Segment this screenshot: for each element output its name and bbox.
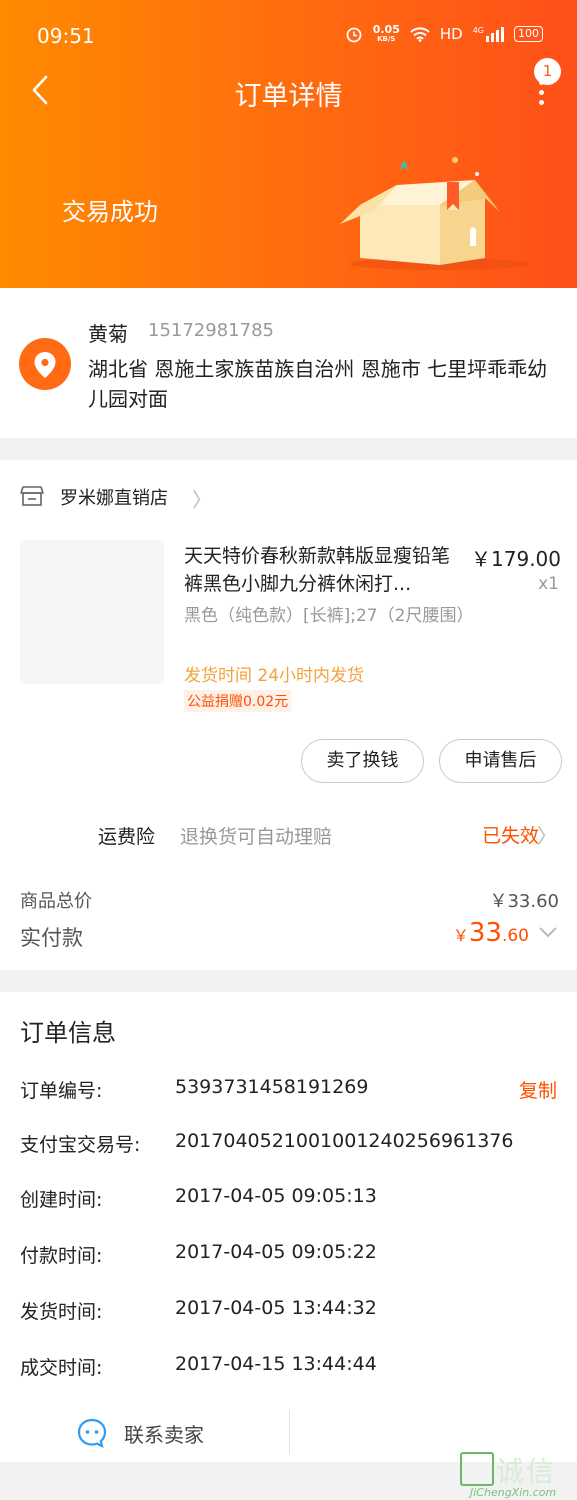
order-info-title: 订单信息 xyxy=(20,1019,116,1047)
contact-seller-button[interactable]: 联系卖家 xyxy=(76,1414,204,1452)
amount-paid-value: ￥33.60 xyxy=(452,918,529,948)
created-time-value: 2017-04-05 09:05:13 xyxy=(175,1185,377,1207)
shipping-time: 发货时间 24小时内发货 xyxy=(184,666,365,686)
shipped-time-label: 发货时间: xyxy=(20,1301,103,1323)
paid-time-label: 付款时间: xyxy=(20,1245,103,1267)
contact-seller-label: 联系卖家 xyxy=(124,1422,204,1447)
product-sku: 黑色（纯色款）[长裤];27（2尺腰围） xyxy=(184,606,474,626)
wifi-icon xyxy=(410,26,430,42)
alipay-trade-number-value: 2017040521001001240256961376 xyxy=(175,1130,514,1152)
net-speed: 0.05 KB/S xyxy=(372,23,400,43)
alarm-icon xyxy=(346,27,362,43)
goods-total-label: 商品总价 xyxy=(20,891,92,912)
order-header: 09:51 0.05 KB/S HD 4G 100 订单详情 1 交易成功 xyxy=(0,0,577,288)
location-pin-icon xyxy=(19,338,71,390)
paid-time-value: 2017-04-05 09:05:22 xyxy=(175,1241,377,1263)
site-watermark: 诚信 JiChengXin.com xyxy=(460,1450,577,1500)
gift-box-illustration xyxy=(340,157,530,270)
signal-icon: 4G xyxy=(473,26,504,42)
after-sale-button[interactable]: 申请售后 xyxy=(439,739,562,783)
product-quantity: x1 xyxy=(538,574,559,594)
created-time-label: 创建时间: xyxy=(20,1189,103,1211)
product-thumbnail[interactable] xyxy=(20,540,164,684)
store-icon xyxy=(20,486,44,506)
copy-button[interactable]: 复制 xyxy=(519,1076,557,1103)
sell-for-cash-button[interactable]: 卖了换钱 xyxy=(301,739,424,783)
order-number-value: 5393731458191269 xyxy=(175,1076,369,1098)
chevron-right-icon[interactable]: 〉 xyxy=(537,820,557,849)
alipay-trade-number-label: 支付宝交易号: xyxy=(20,1134,141,1156)
recipient-phone: 15172981785 xyxy=(148,320,274,341)
completed-time-value: 2017-04-15 13:44:44 xyxy=(175,1353,377,1375)
charity-badge: 公益捐赠0.02元 xyxy=(184,690,292,712)
page-title: 订单详情 xyxy=(234,81,343,112)
order-status-title: 交易成功 xyxy=(62,198,158,226)
chat-bubble-icon xyxy=(77,1418,107,1449)
watermark-logo-icon xyxy=(460,1452,494,1486)
hd-indicator: HD xyxy=(439,25,463,43)
watermark-text: 诚信 xyxy=(496,1455,557,1488)
chevron-down-icon[interactable] xyxy=(537,924,559,940)
watermark-url: JiChengXin.com xyxy=(470,1486,557,1499)
shipping-insurance-status[interactable]: 已失效 xyxy=(482,821,539,848)
product-price: ￥179.00 xyxy=(471,547,561,571)
shop-name[interactable]: 罗米娜直销店 xyxy=(60,484,168,510)
order-number-label: 订单编号: xyxy=(20,1080,103,1102)
amount-paid-label: 实付款 xyxy=(20,926,83,950)
status-icons: 0.05 KB/S HD 4G 100 xyxy=(345,24,543,44)
battery-icon: 100 xyxy=(514,26,543,42)
order-info-card xyxy=(0,992,577,1462)
more-menu-button[interactable] xyxy=(529,80,553,106)
shipped-time-value: 2017-04-05 13:44:32 xyxy=(175,1297,377,1319)
completed-time-label: 成交时间: xyxy=(20,1357,103,1379)
shipping-insurance-label: 运费险 xyxy=(98,826,156,848)
product-title[interactable]: 天天特价春秋新款韩版显瘦铅笔裤黑色小脚九分裤休闲打... xyxy=(184,542,459,598)
status-time: 09:51 xyxy=(37,24,95,48)
shipping-insurance-desc: 退换货可自动理赔 xyxy=(180,826,333,848)
footer-divider xyxy=(289,1410,290,1454)
recipient-name: 黄菊 xyxy=(88,322,128,346)
goods-total-value: ￥33.60 xyxy=(489,891,559,912)
chevron-right-icon[interactable]: 〉 xyxy=(192,484,212,513)
recipient-address: 湖北省 恩施土家族苗族自治州 恩施市 七里坪乖乖幼儿园对面 xyxy=(88,357,548,411)
